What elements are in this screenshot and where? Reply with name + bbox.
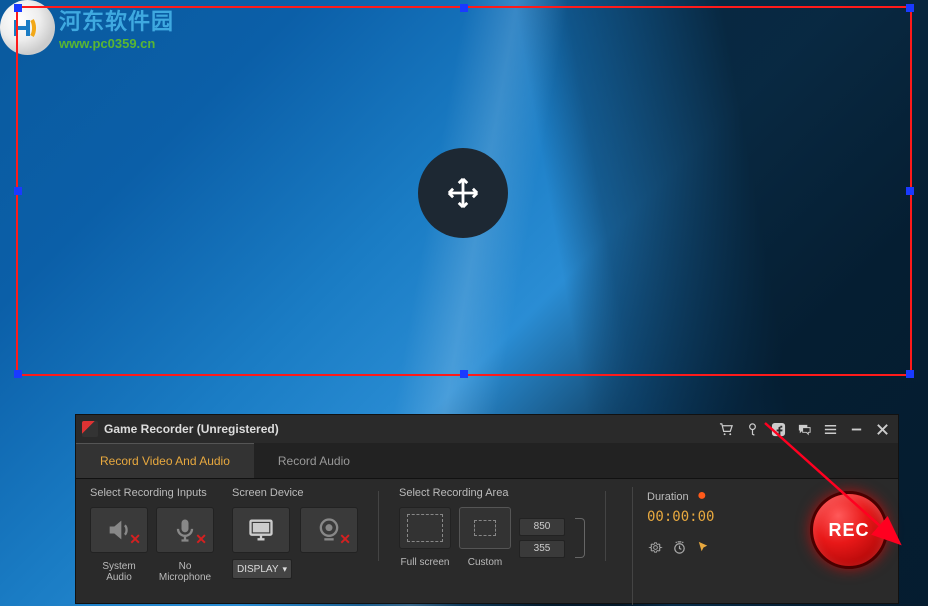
system-audio-label: System Audio [90, 561, 148, 583]
section-recording-inputs: Select Recording Inputs ✕ System Audio ✕… [90, 487, 214, 605]
resize-handle-bottom-center[interactable] [460, 370, 468, 378]
fullscreen-label: Full screen [399, 557, 451, 568]
titlebar[interactable]: Game Recorder (Unregistered) [76, 415, 898, 443]
recording-indicator-dot: ● [697, 487, 707, 504]
tab-record-video-audio[interactable]: Record Video And Audio [76, 443, 254, 478]
monitor-icon [247, 516, 275, 544]
window-title: Game Recorder (Unregistered) [104, 422, 718, 436]
resize-handle-top-center[interactable] [460, 4, 468, 12]
width-input[interactable]: 850 [519, 518, 565, 536]
microphone-label: No Microphone [156, 561, 214, 583]
disabled-x-icon: ✕ [339, 531, 351, 548]
resize-handle-top-left[interactable] [14, 4, 22, 12]
inputs-section-label: Select Recording Inputs [90, 487, 214, 499]
chat-icon[interactable] [796, 421, 812, 437]
divider [378, 491, 379, 561]
move-icon [446, 176, 480, 210]
timer-icon[interactable] [671, 539, 687, 555]
section-recording-area: Select Recording Area Full screen Custom… [399, 487, 585, 605]
display-device-button[interactable] [232, 507, 290, 553]
record-button[interactable]: REC [810, 491, 888, 569]
game-recorder-window: Game Recorder (Unregistered) Record Vide… [75, 414, 899, 604]
divider [605, 491, 606, 561]
tab-record-audio[interactable]: Record Audio [254, 443, 374, 478]
custom-area-button[interactable] [459, 507, 511, 549]
resize-handle-bottom-right[interactable] [906, 370, 914, 378]
fullscreen-area-button[interactable] [399, 507, 451, 549]
close-button[interactable] [874, 421, 890, 437]
cursor-icon[interactable] [695, 539, 711, 555]
cart-icon[interactable] [718, 421, 734, 437]
display-dropdown[interactable]: DISPLAY [232, 559, 292, 579]
disabled-x-icon: ✕ [195, 531, 207, 548]
app-icon [82, 421, 98, 437]
custom-label: Custom [459, 557, 511, 568]
webcam-button[interactable]: ✕ [300, 507, 358, 553]
settings-icon[interactable] [647, 539, 663, 555]
height-input[interactable]: 355 [519, 540, 565, 558]
section-screen-device: Screen Device DISPLAY ✕ [232, 487, 358, 605]
duration-value: 00:00:00 [647, 509, 714, 525]
resize-handle-mid-left[interactable] [14, 187, 22, 195]
minimize-button[interactable] [848, 421, 864, 437]
resize-handle-bottom-left[interactable] [14, 370, 22, 378]
move-selection-button[interactable] [418, 148, 508, 238]
menu-icon[interactable] [822, 421, 838, 437]
device-section-label: Screen Device [232, 487, 358, 499]
record-button-label: REC [828, 520, 869, 541]
area-section-label: Select Recording Area [399, 487, 585, 499]
duration-label: Duration [647, 491, 689, 503]
disabled-x-icon: ✕ [129, 531, 141, 548]
section-duration: Duration ● 00:00:00 [632, 487, 714, 605]
resize-handle-mid-right[interactable] [906, 187, 914, 195]
dimension-link-icon[interactable] [575, 518, 585, 558]
microphone-button[interactable]: ✕ [156, 507, 214, 553]
system-audio-button[interactable]: ✕ [90, 507, 148, 553]
resize-handle-top-right[interactable] [906, 4, 914, 12]
facebook-icon[interactable] [770, 421, 786, 437]
tab-bar: Record Video And Audio Record Audio [76, 443, 898, 479]
key-icon[interactable] [744, 421, 760, 437]
